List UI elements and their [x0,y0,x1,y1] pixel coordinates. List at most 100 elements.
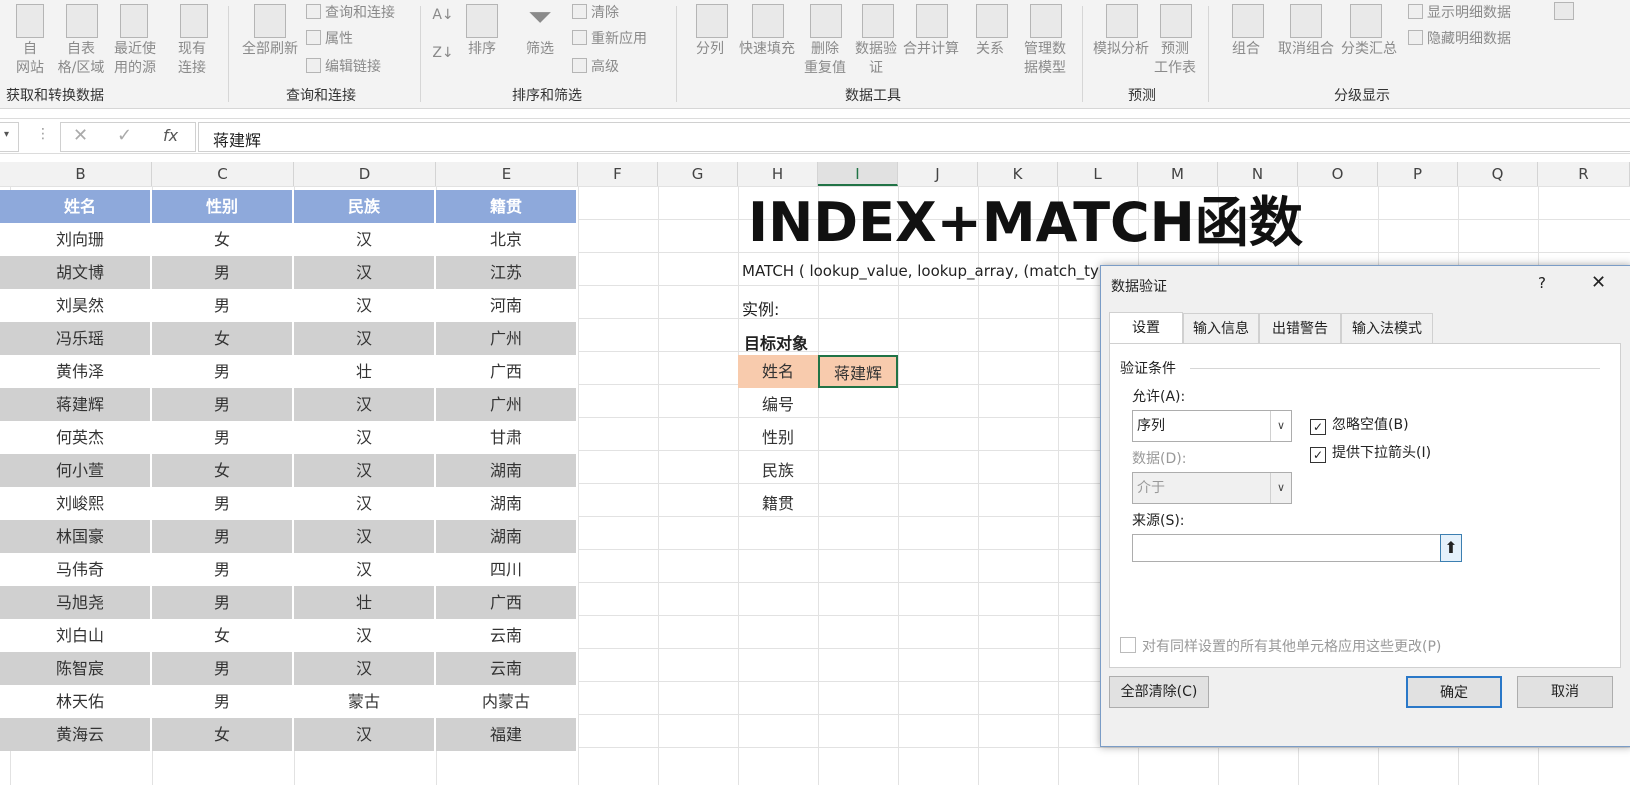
table-cell[interactable]: 女 [152,223,294,256]
table-cell[interactable]: 壮 [294,355,436,388]
name-box[interactable]: ▾ [0,122,19,152]
show-detail-button[interactable]: 显示明细数据 [1408,2,1511,22]
table-cell[interactable]: 胡文博 [10,256,152,289]
table-cell[interactable]: 汉 [294,520,436,553]
table-cell[interactable]: 男 [152,289,294,322]
ignore-blank-checkbox[interactable]: ✓ [1310,419,1326,435]
forecast-sheet-button[interactable]: 预测 工作表 [1152,40,1198,78]
table-cell[interactable]: 刘峻熙 [10,487,152,520]
relationships-button[interactable]: 关系 [970,40,1010,59]
table-cell[interactable]: 四川 [436,553,578,586]
table-cell[interactable]: 壮 [294,586,436,619]
tab-error-alert[interactable]: 出错警告 [1259,313,1341,343]
allow-select[interactable]: 序列 ∨ [1132,410,1292,442]
sort-button[interactable]: 排序 [462,40,502,59]
filter-button[interactable]: 筛选 [520,40,560,59]
table-cell[interactable]: 甘肃 [436,421,578,454]
table-cell[interactable]: 福建 [436,718,578,751]
table-cell[interactable]: 男 [152,421,294,454]
cancel-button[interactable]: 取消 [1517,676,1613,708]
manage-data-model-button[interactable]: 管理数 据模型 [1018,40,1072,78]
insert-function-icon[interactable]: fx [163,126,178,145]
table-cell[interactable]: 男 [152,685,294,718]
from-web-button[interactable]: 自 网站 [8,40,52,78]
table-cell[interactable]: 广州 [436,322,578,355]
table-cell[interactable]: 刘向珊 [10,223,152,256]
source-input[interactable] [1132,534,1462,562]
table-cell[interactable]: 蒋建辉 [10,388,152,421]
table-cell[interactable]: 广州 [436,388,578,421]
hide-detail-button[interactable]: 隐藏明细数据 [1408,28,1511,48]
table-cell[interactable]: 湖南 [436,487,578,520]
close-button[interactable]: ✕ [1591,272,1606,293]
column-header-M[interactable]: M [1138,162,1218,186]
formula-input[interactable]: 蒋建辉 [198,122,1630,152]
ungroup-button[interactable]: 取消组合 [1270,40,1342,59]
table-cell[interactable]: 汉 [294,718,436,751]
table-cell[interactable]: 女 [152,322,294,355]
selected-cell[interactable]: 蒋建辉 [818,355,898,388]
table-cell[interactable]: 林天佑 [10,685,152,718]
table-cell[interactable]: 汉 [294,487,436,520]
extra-icon[interactable] [1554,2,1574,20]
existing-connections-button[interactable]: 现有 连接 [170,40,214,78]
table-cell[interactable]: 河南 [436,289,578,322]
table-cell[interactable]: 马伟奇 [10,553,152,586]
table-cell[interactable]: 何小萱 [10,454,152,487]
table-header-cell[interactable]: 籍贯 [436,190,578,223]
table-cell[interactable]: 湖南 [436,454,578,487]
table-cell[interactable]: 男 [152,553,294,586]
table-cell[interactable]: 内蒙古 [436,685,578,718]
text-to-columns-button[interactable]: 分列 [690,40,730,59]
table-cell[interactable]: 林国豪 [10,520,152,553]
column-header-B[interactable]: B [10,162,152,186]
dropdown-option[interactable]: ✓ 提供下拉箭头(I) [1310,442,1431,463]
table-cell[interactable]: 女 [152,718,294,751]
table-cell[interactable]: 湖南 [436,520,578,553]
ignore-blank-option[interactable]: ✓ 忽略空值(B) [1310,414,1409,435]
column-header-O[interactable]: O [1298,162,1378,186]
table-cell[interactable]: 女 [152,619,294,652]
table-cell[interactable]: 男 [152,355,294,388]
column-header-C[interactable]: C [152,162,294,186]
column-header-D[interactable]: D [294,162,436,186]
table-cell[interactable]: 男 [152,388,294,421]
table-cell[interactable]: 汉 [294,553,436,586]
refresh-all-button[interactable]: 全部刷新 [236,40,304,59]
column-header-N[interactable]: N [1218,162,1298,186]
table-cell[interactable]: 汉 [294,652,436,685]
table-cell[interactable]: 蒙古 [294,685,436,718]
tab-ime-mode[interactable]: 输入法模式 [1341,313,1433,343]
data-validation-button[interactable]: 数据验 证 [850,40,902,78]
clear-filter-button[interactable]: 清除 [572,2,619,22]
table-cell[interactable]: 男 [152,487,294,520]
cancel-entry-icon[interactable]: ✕ [73,125,88,146]
lookup-label[interactable]: 民族 [738,454,818,487]
table-header-cell[interactable]: 性别 [152,190,294,223]
properties-button[interactable]: 属性 [306,28,353,48]
help-button[interactable]: ? [1538,274,1546,292]
table-cell[interactable]: 男 [152,256,294,289]
table-cell[interactable]: 广西 [436,355,578,388]
table-cell[interactable]: 江苏 [436,256,578,289]
clear-all-button[interactable]: 全部清除(C) [1109,676,1209,708]
flash-fill-button[interactable]: 快速填充 [736,40,798,59]
table-cell[interactable]: 陈智宸 [10,652,152,685]
what-if-analysis-button[interactable]: 模拟分析 [1086,40,1156,59]
table-cell[interactable]: 汉 [294,421,436,454]
table-header-cell[interactable]: 民族 [294,190,436,223]
table-cell[interactable]: 黄伟泽 [10,355,152,388]
reapply-button[interactable]: 重新应用 [572,28,647,48]
column-header-L[interactable]: L [1058,162,1138,186]
table-cell[interactable]: 马旭尧 [10,586,152,619]
queries-connections-button[interactable]: 查询和连接 [306,2,395,22]
column-header-E[interactable]: E [436,162,578,186]
confirm-entry-icon[interactable]: ✓ [117,125,132,146]
table-cell[interactable]: 汉 [294,454,436,487]
table-cell[interactable]: 男 [152,652,294,685]
table-cell[interactable]: 汉 [294,322,436,355]
lookup-label[interactable]: 编号 [738,388,818,421]
table-cell[interactable]: 云南 [436,652,578,685]
table-cell[interactable]: 黄海云 [10,718,152,751]
group-button[interactable]: 组合 [1226,40,1266,59]
